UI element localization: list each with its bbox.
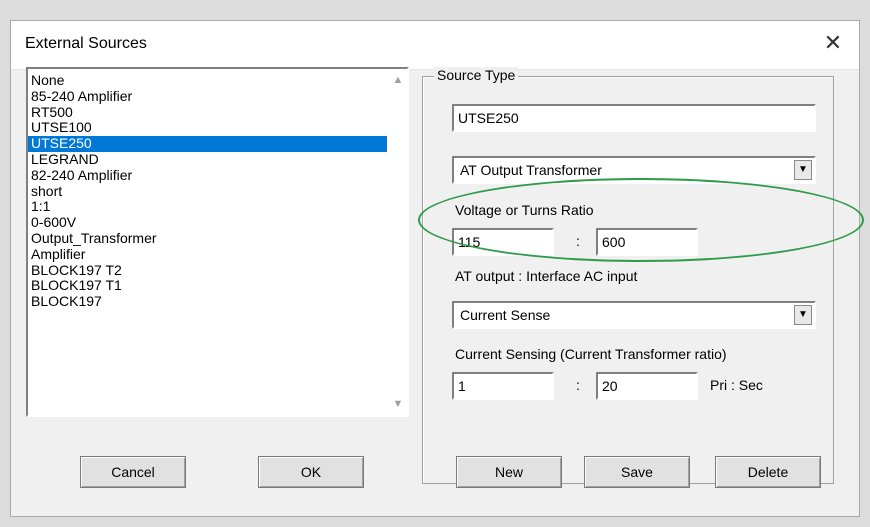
scroll-down-arrow-icon[interactable]: ▼: [389, 395, 407, 413]
list-item[interactable]: 0-600V: [28, 214, 387, 231]
list-item[interactable]: BLOCK197: [28, 293, 387, 310]
list-item[interactable]: LEGRAND: [28, 151, 387, 168]
title-bar: External Sources ✕: [11, 21, 859, 70]
list-item[interactable]: 82-240 Amplifier: [28, 167, 387, 184]
list-item[interactable]: short: [28, 183, 387, 200]
list-item[interactable]: BLOCK197 T1: [28, 278, 387, 294]
list-item[interactable]: UTSE100: [28, 120, 387, 136]
list-item[interactable]: Output_Transformer: [28, 230, 387, 247]
list-scrollbar[interactable]: ▲ ▼: [389, 69, 407, 415]
list-item[interactable]: 1:1: [28, 199, 387, 215]
list-item[interactable]: None: [28, 72, 387, 89]
chevron-down-icon[interactable]: ▼: [794, 305, 812, 325]
current-secondary-field[interactable]: 20: [596, 372, 698, 400]
current-sense-select[interactable]: Current Sense ▼: [452, 301, 816, 329]
current-sense-select-value: Current Sense: [460, 307, 551, 323]
new-button[interactable]: New: [456, 456, 562, 488]
dialog-title: External Sources: [25, 35, 147, 52]
current-sensing-label: Current Sensing (Current Transformer rat…: [455, 346, 727, 362]
current-separator: :: [576, 377, 580, 393]
list-item[interactable]: 85-240 Amplifier: [28, 88, 387, 105]
source-name-field[interactable]: UTSE250: [452, 104, 816, 132]
ok-button[interactable]: OK: [258, 456, 364, 488]
delete-button[interactable]: Delete: [715, 456, 821, 488]
sources-list-items: None 85-240 Amplifier RT500 UTSE100 UTSE250 L…: [28, 72, 387, 310]
at-output-label: AT output : Interface AC input: [455, 268, 638, 284]
cancel-button[interactable]: Cancel: [80, 456, 186, 488]
source-type-select-value: AT Output Transformer: [460, 162, 602, 178]
sources-list[interactable]: None 85-240 Amplifier RT500 UTSE100 UTSE250 L…: [26, 67, 409, 417]
highlight-ellipse: [418, 178, 864, 262]
ratio-unit-label: Pri : Sec: [710, 377, 763, 393]
chevron-down-icon[interactable]: ▼: [794, 160, 812, 180]
list-item[interactable]: RT500: [28, 104, 387, 121]
source-type-label: Source Type: [434, 67, 519, 83]
list-item[interactable]: BLOCK197 T2: [28, 262, 387, 279]
list-item[interactable]: Amplifier: [28, 246, 387, 263]
save-button[interactable]: Save: [584, 456, 690, 488]
scroll-up-arrow-icon[interactable]: ▲: [389, 71, 407, 89]
current-primary-field[interactable]: 1: [452, 372, 554, 400]
close-icon[interactable]: ✕: [819, 29, 847, 57]
list-item[interactable]: UTSE250: [28, 135, 387, 152]
